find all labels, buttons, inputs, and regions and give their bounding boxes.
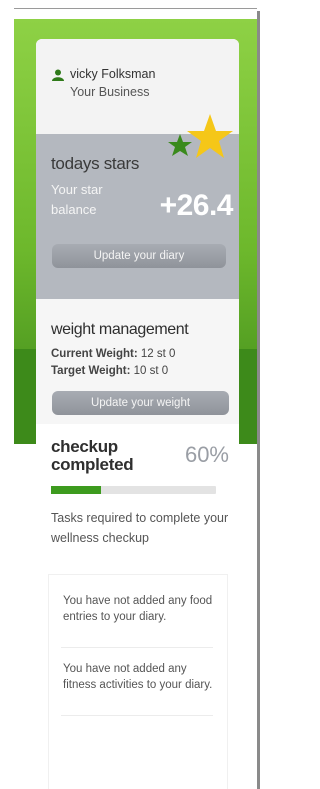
current-weight-row: Current Weight: 12 st 0 — [51, 348, 175, 360]
checkup-title: checkup completed — [51, 437, 134, 474]
task-item[interactable]: You have not added any fitness activitie… — [63, 661, 213, 693]
star-balance-label: Your star balance — [51, 182, 103, 217]
task-divider — [61, 647, 213, 648]
stars-section: todays stars Your star balance +26.4 Upd… — [36, 114, 239, 299]
weight-title: weight management — [51, 321, 189, 338]
target-weight-value: 10 st 0 — [133, 365, 169, 377]
task-item[interactable]: You have not added any food entries to y… — [63, 593, 213, 625]
target-weight-row: Target Weight: 10 st 0 — [51, 365, 168, 377]
checkup-percent: 60% — [184, 442, 229, 467]
task-divider — [61, 715, 213, 716]
person-icon — [52, 69, 64, 81]
current-weight-value: 12 st 0 — [140, 348, 176, 360]
target-weight-label: Target Weight: — [51, 365, 131, 377]
task-list: You have not added any food entries to y… — [48, 574, 228, 789]
checkup-section: checkup completed 60% Tasks required to … — [36, 424, 239, 789]
user-name[interactable]: vicky Folksman — [70, 67, 155, 81]
update-weight-button[interactable]: Update your weight — [52, 391, 229, 415]
checkup-description: Tasks required to complete your wellness… — [51, 511, 229, 545]
business-name[interactable]: Your Business — [70, 85, 149, 99]
weight-section: weight management Current Weight: 12 st … — [36, 299, 239, 424]
stars-icon — [168, 114, 233, 158]
widget-frame: vicky Folksman Your Business todays star… — [14, 8, 257, 789]
update-diary-button[interactable]: Update your diary — [52, 244, 226, 268]
stars-title: todays stars — [51, 154, 140, 173]
current-weight-label: Current Weight: — [51, 348, 138, 360]
star-balance-value: +26.4 — [159, 189, 234, 222]
checkup-progress-bar — [51, 486, 216, 494]
dashboard-card: vicky Folksman Your Business todays star… — [36, 39, 239, 789]
checkup-progress-fill — [51, 486, 101, 494]
